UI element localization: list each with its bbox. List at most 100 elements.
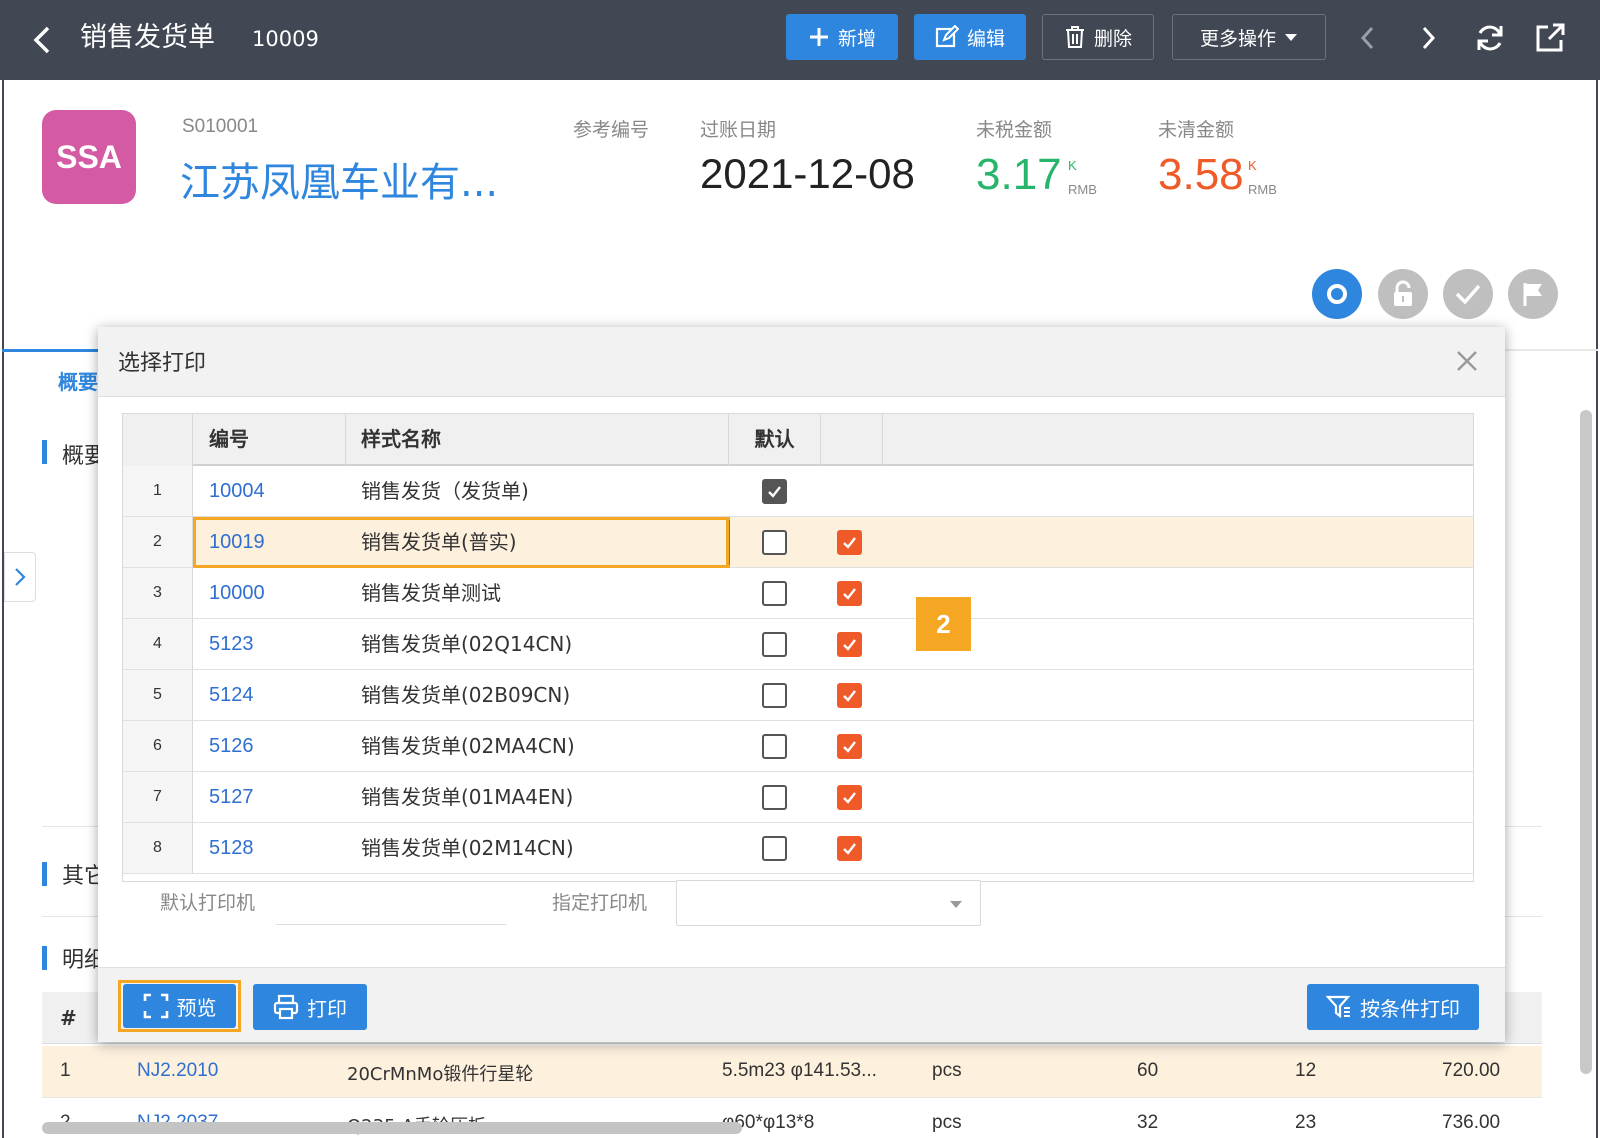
delete-button[interactable]: 删除 (1042, 14, 1154, 60)
section-marker (42, 440, 47, 464)
row-highlight-left (193, 517, 729, 568)
print-button[interactable]: 打印 (253, 984, 367, 1030)
select-checkbox[interactable] (837, 632, 862, 657)
tab-overview[interactable]: 概要 (58, 366, 98, 395)
default-checkbox[interactable] (762, 683, 787, 708)
default-checkbox[interactable] (762, 734, 787, 759)
template-name: 销售发货单(02M14CN) (361, 836, 574, 860)
template-code[interactable]: 5123 (209, 619, 254, 669)
active-tab-indicator (2, 349, 98, 352)
untaxed-amount-value: 3.17 (976, 150, 1062, 199)
template-name: 销售发货单(02B09CN) (361, 683, 571, 707)
print-button-label: 打印 (307, 996, 347, 1021)
prev-record-button[interactable] (1348, 18, 1388, 58)
conditional-print-button[interactable]: 按条件打印 (1307, 984, 1479, 1030)
status-lock-button[interactable] (1378, 269, 1428, 319)
cell-divider (729, 772, 730, 822)
row-index: 1 (60, 1060, 71, 1081)
print-template-row[interactable]: 7 5127 销售发货单(01MA4EN) (123, 772, 1473, 823)
grid-col-default: 默认 (729, 414, 821, 466)
customer-logo: SSA (42, 110, 136, 204)
select-checkbox[interactable] (837, 734, 862, 759)
select-checkbox[interactable] (837, 581, 862, 606)
print-template-row[interactable]: 6 5126 销售发货单(02MA4CN) (123, 721, 1473, 772)
select-checkbox[interactable] (837, 836, 862, 861)
edit-button[interactable]: 编辑 (914, 14, 1026, 60)
close-icon (1457, 351, 1477, 371)
horizontal-scrollbar[interactable] (42, 1122, 742, 1134)
template-code[interactable]: 10004 (209, 466, 265, 516)
template-name: 销售发货单测试 (361, 581, 501, 605)
template-code[interactable]: 5128 (209, 823, 254, 873)
posting-date-label: 过账日期 (700, 119, 777, 141)
row-qty: 32 (1137, 1112, 1159, 1133)
row-number: 2 (123, 517, 193, 567)
export-button[interactable] (1530, 18, 1570, 58)
dialog-header: 选择打印 (98, 327, 1505, 397)
default-checkbox[interactable] (762, 785, 787, 810)
select-checkbox[interactable] (837, 530, 862, 555)
checkmark-icon (843, 792, 856, 804)
print-template-row[interactable]: 1 10004 销售发货（发货单) (123, 466, 1473, 517)
print-template-row[interactable]: 8 5128 销售发货单(02M14CN) (123, 823, 1473, 874)
back-button[interactable] (30, 20, 60, 60)
table-row[interactable]: 1 NJ2.2010 20CrMnMo锻件行星轮 5.5m23 φ141.53.… (42, 1046, 1542, 1098)
more-actions-dropdown[interactable]: 更多操作 (1172, 14, 1326, 60)
row-highlight-divider (726, 517, 730, 568)
default-checkbox[interactable] (762, 581, 787, 606)
chevron-right-icon (15, 568, 26, 586)
new-button[interactable]: 新增 (786, 14, 898, 60)
uncleared-amount-value: 3.58 (1158, 150, 1244, 199)
printer-icon (273, 994, 299, 1020)
default-checkbox[interactable] (762, 836, 787, 861)
checkmark-icon (843, 588, 856, 600)
print-template-grid: 编号 样式名称 默认 1 10004 销售发货（发货单) 2 10019 销售发货单(普实… (122, 413, 1474, 882)
specify-printer-select[interactable] (676, 880, 981, 926)
expand-panel-button[interactable] (4, 552, 36, 602)
circle-icon (1327, 284, 1347, 304)
default-checkbox[interactable] (762, 530, 787, 555)
untaxed-unit-k: K (1068, 158, 1077, 173)
dialog-close-button[interactable] (1447, 341, 1487, 381)
default-checkbox[interactable] (762, 479, 787, 504)
preview-button[interactable]: 预览 (123, 984, 236, 1028)
select-checkbox[interactable] (837, 785, 862, 810)
uncleared-unit-rmb: RMB (1248, 182, 1277, 197)
template-code[interactable]: 5126 (209, 721, 254, 771)
share-icon (1536, 23, 1565, 52)
template-name: 销售发货单(02MA4CN) (361, 734, 575, 758)
row-price: 12 (1295, 1060, 1317, 1081)
cell-divider (729, 670, 730, 720)
row-item-name: 20CrMnMo锻件行星轮 (347, 1064, 534, 1085)
caret-down-icon (950, 901, 962, 908)
grid-col-rownum (123, 414, 193, 466)
template-code[interactable]: 5124 (209, 670, 254, 720)
doc-number: 10009 (252, 27, 319, 51)
flag-icon (1523, 283, 1542, 306)
section-marker (42, 946, 47, 970)
dialog-footer: 预览 打印 按条件打印 (98, 967, 1505, 1042)
row-item-code[interactable]: NJ2.2010 (137, 1060, 218, 1082)
default-checkbox[interactable] (762, 632, 787, 657)
customer-code: S010001 (182, 116, 259, 137)
status-flag-button[interactable] (1508, 269, 1558, 319)
print-template-row[interactable]: 5 5124 销售发货单(02B09CN) (123, 670, 1473, 721)
row-number: 4 (123, 619, 193, 669)
section-marker (42, 862, 47, 886)
print-template-row[interactable]: 3 10000 销售发货单测试 (123, 568, 1473, 619)
select-checkbox[interactable] (837, 683, 862, 708)
next-record-button[interactable] (1408, 18, 1448, 58)
template-code[interactable]: 10000 (209, 568, 265, 618)
preview-button-label: 预览 (176, 995, 217, 1020)
customer-name[interactable]: 江苏凤凰车业有... (180, 150, 498, 208)
print-template-row[interactable]: 4 5123 销售发货单(02Q14CN) (123, 619, 1473, 670)
vertical-scrollbar[interactable] (1580, 410, 1592, 1074)
status-approve-button[interactable] (1443, 269, 1493, 319)
template-code[interactable]: 5127 (209, 772, 254, 822)
status-open-button[interactable] (1312, 269, 1362, 319)
default-printer-field[interactable] (276, 883, 506, 925)
plus-icon (809, 28, 828, 46)
print-select-dialog: 选择打印 编号 样式名称 默认 1 10004 销售发货（发货单) 2 10019 销售发… (98, 327, 1505, 1042)
cell-divider (729, 823, 730, 873)
refresh-button[interactable] (1470, 18, 1510, 58)
